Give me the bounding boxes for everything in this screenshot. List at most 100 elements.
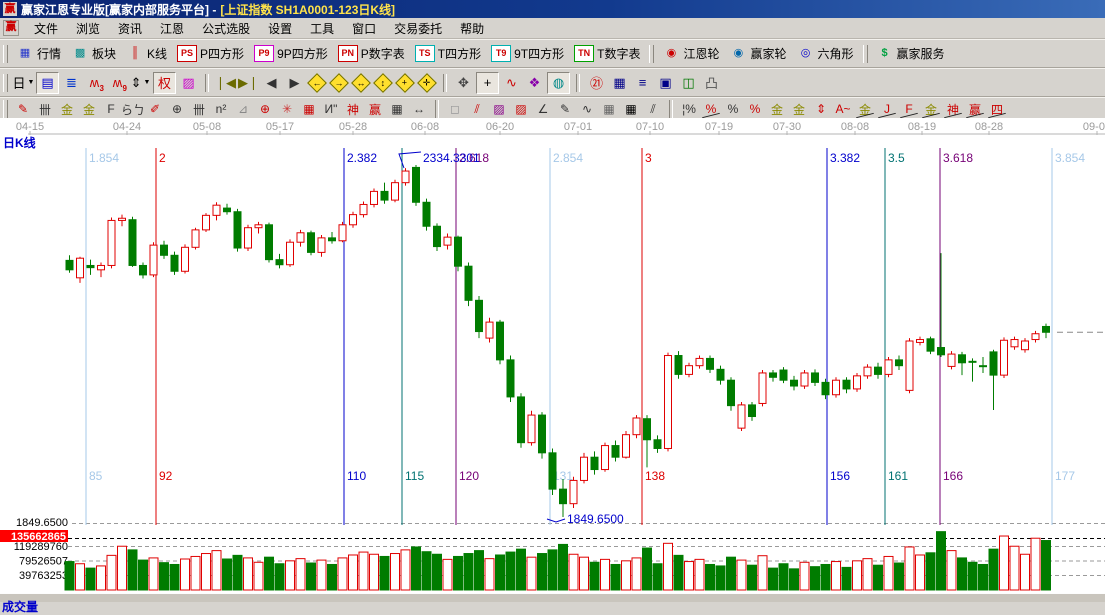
- volume-bar[interactable]: [201, 553, 211, 591]
- candle[interactable]: [118, 217, 126, 221]
- chart-canvas[interactable]: 04-15 04-24 05-08 05-17 05-28 06-08 06-20 07-01…: [0, 118, 1105, 601]
- volume-bar[interactable]: [621, 560, 631, 591]
- menu-item-浏览[interactable]: 浏览: [67, 18, 109, 39]
- volume-bar[interactable]: [957, 557, 967, 591]
- menu-item-交易委托[interactable]: 交易委托: [385, 18, 451, 39]
- calendar-21-button[interactable]: ㉑: [586, 73, 607, 93]
- gold-angle-button[interactable]: 金: [920, 100, 942, 118]
- percent-chart-button[interactable]: ¦%: [678, 100, 700, 118]
- candle[interactable]: [842, 379, 851, 390]
- wave-a-button[interactable]: A~: [832, 100, 854, 118]
- candle[interactable]: [76, 257, 84, 279]
- ying-grid-button[interactable]: 赢: [364, 100, 386, 118]
- volume-bar[interactable]: [757, 555, 768, 591]
- gann-fan-button[interactable]: ⫽: [466, 100, 488, 118]
- candle[interactable]: [958, 354, 966, 364]
- volume-bar[interactable]: [652, 563, 663, 591]
- volume-bar[interactable]: [1009, 545, 1020, 591]
- kline-button[interactable]: ║ K线: [122, 43, 173, 64]
- volume-bar[interactable]: [369, 553, 379, 591]
- info-panel-button[interactable]: ≣: [61, 73, 82, 93]
- volume-bar[interactable]: [169, 563, 180, 591]
- candle[interactable]: [895, 359, 903, 367]
- candle[interactable]: [569, 479, 578, 505]
- candle[interactable]: [338, 224, 347, 242]
- volume-bar[interactable]: [736, 559, 747, 591]
- toolbar-gripper[interactable]: [3, 73, 8, 92]
- candle[interactable]: [916, 339, 924, 343]
- volume-bar[interactable]: [390, 553, 400, 591]
- volume-bar[interactable]: [589, 561, 600, 591]
- go-last-button[interactable]: ▶❘: [238, 73, 259, 93]
- wave-mark-button[interactable]: И": [320, 100, 342, 118]
- candle[interactable]: [590, 456, 599, 471]
- candle[interactable]: [254, 224, 263, 229]
- volume-bar[interactable]: [211, 550, 222, 591]
- volume-bar[interactable]: [547, 549, 558, 591]
- candle[interactable]: [548, 452, 557, 490]
- volume-bar[interactable]: [127, 549, 138, 591]
- volume-bar[interactable]: [610, 563, 621, 591]
- volume-bar[interactable]: [967, 561, 978, 591]
- grid-123-button[interactable]: ▦: [386, 100, 408, 118]
- volume-bar[interactable]: [537, 553, 547, 591]
- volume-bar[interactable]: [894, 562, 904, 591]
- volume-bar[interactable]: [484, 558, 495, 591]
- candle[interactable]: [664, 355, 672, 449]
- volume-bar[interactable]: [999, 535, 1009, 591]
- fan-box-red-button[interactable]: ▨: [510, 100, 532, 118]
- volume-bar[interactable]: [673, 554, 684, 591]
- grid-dark2-button[interactable]: ▦: [620, 100, 642, 118]
- candle[interactable]: [779, 369, 788, 381]
- candle[interactable]: [191, 229, 200, 248]
- volume-bar[interactable]: [978, 563, 988, 591]
- volume-bar[interactable]: [64, 561, 75, 591]
- candle[interactable]: [517, 396, 525, 444]
- shen-angle-button[interactable]: 神: [942, 100, 964, 118]
- candle[interactable]: [128, 219, 137, 266]
- candle[interactable]: [821, 381, 830, 396]
- volume-bar[interactable]: [264, 556, 274, 591]
- candle[interactable]: [317, 237, 326, 253]
- volume-bar[interactable]: [159, 562, 169, 591]
- grid-dark-button[interactable]: ▦: [598, 100, 620, 118]
- width-arrows-button[interactable]: ↔: [408, 100, 430, 118]
- candle[interactable]: [107, 219, 116, 266]
- volume-bar[interactable]: [600, 558, 610, 591]
- volume-bar[interactable]: [873, 564, 883, 591]
- candle-pen-button[interactable]: ⇕: [810, 100, 832, 118]
- candle[interactable]: [863, 366, 872, 377]
- gann-pen-button[interactable]: ✎: [12, 100, 34, 118]
- candle[interactable]: [275, 259, 284, 266]
- circle-cross-button[interactable]: ⊕: [254, 100, 276, 118]
- volume-bar[interactable]: [306, 562, 316, 591]
- candle[interactable]: [349, 214, 357, 226]
- volume-bar[interactable]: [505, 551, 516, 591]
- volume-bar[interactable]: [432, 553, 442, 591]
- candle[interactable]: [979, 365, 987, 368]
- volume-bar[interactable]: [862, 558, 873, 591]
- percent-slash-button[interactable]: %: [700, 100, 722, 118]
- candle[interactable]: [968, 360, 977, 363]
- hexagon-button[interactable]: ◎ 六角形: [793, 43, 860, 64]
- shift-left-button[interactable]: ←: [307, 72, 327, 93]
- kline-chart[interactable]: 04-15 04-24 05-08 05-17 05-28 06-08 06-20 07-01…: [0, 118, 1105, 601]
- menu-item-公式选股[interactable]: 公式选股: [193, 18, 259, 39]
- volume-bar[interactable]: [148, 557, 159, 591]
- candle[interactable]: [601, 445, 609, 471]
- menu-item-资讯[interactable]: 资讯: [109, 18, 151, 39]
- candle[interactable]: [790, 379, 798, 387]
- candle[interactable]: [1031, 333, 1040, 341]
- volume-bar[interactable]: [348, 554, 358, 591]
- candle[interactable]: [695, 357, 704, 367]
- quotes-button[interactable]: ▦ 行情: [12, 43, 67, 64]
- t-square-button[interactable]: TS T四方形: [411, 43, 487, 64]
- volume-bar[interactable]: [726, 556, 736, 591]
- volume-bar[interactable]: [789, 568, 799, 591]
- candle[interactable]: [727, 379, 735, 407]
- export-button[interactable]: ◫: [678, 73, 699, 93]
- candle[interactable]: [464, 265, 473, 301]
- grid-lines-button[interactable]: 卌: [34, 100, 56, 118]
- volume-bar[interactable]: [400, 549, 411, 591]
- candle[interactable]: [800, 372, 809, 387]
